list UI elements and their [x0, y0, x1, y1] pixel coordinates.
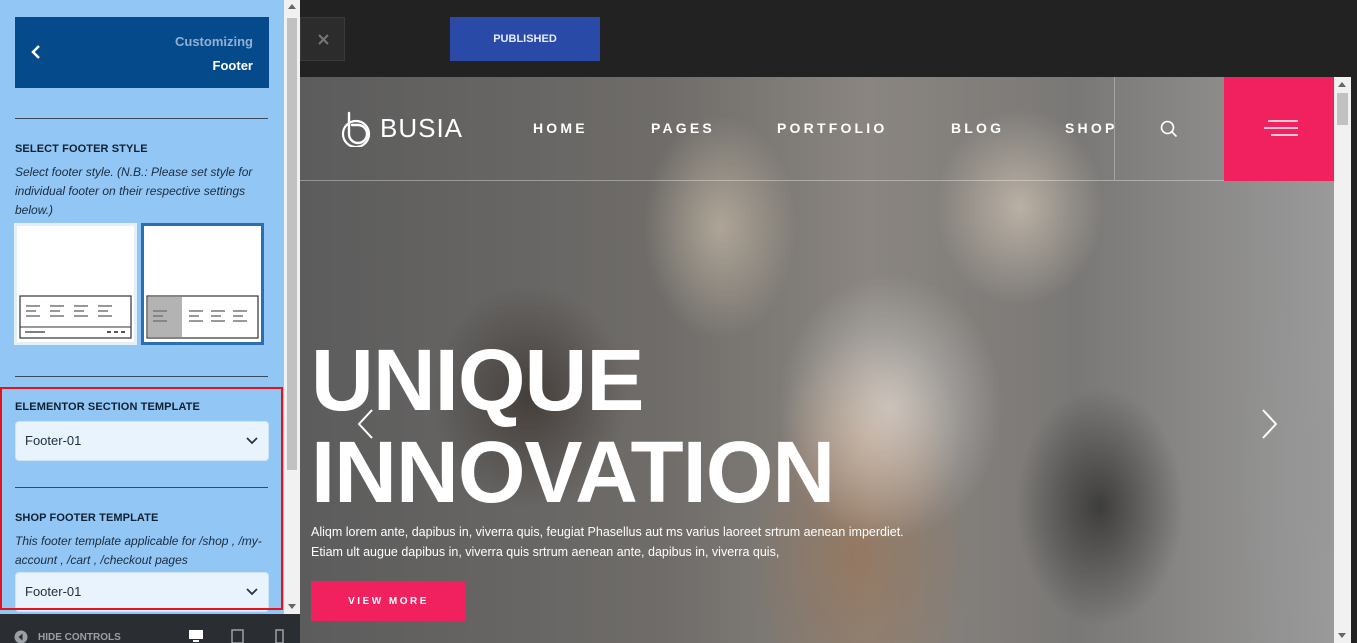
shop-template-select[interactable]: Footer-01: [15, 572, 269, 612]
close-button[interactable]: [300, 17, 345, 61]
section-header: Customizing Footer: [15, 17, 269, 88]
hide-controls-label: HIDE CONTROLS: [38, 631, 121, 643]
sidebar-scrollbar[interactable]: [284, 0, 300, 614]
shop-template-title: SHOP FOOTER TEMPLATE: [15, 512, 159, 524]
slider-prev-icon[interactable]: [355, 407, 377, 441]
scroll-up-icon[interactable]: [288, 4, 296, 9]
site-preview: BUSIA HOME PAGES PORTFOLIO BLOG SHOP UNI…: [300, 77, 1334, 643]
logo-icon: [341, 111, 371, 147]
elementor-template-value: Footer-01: [25, 433, 82, 448]
collapse-icon: [14, 630, 28, 643]
footer-style-2-preview-icon: [146, 295, 259, 339]
desktop-preview-icon[interactable]: [188, 629, 204, 643]
customizer-sidebar: Customizing Footer SELECT FOOTER STYLE S…: [0, 0, 300, 643]
footer-style-1-preview-icon: [19, 295, 132, 339]
nav-home[interactable]: HOME: [533, 120, 588, 136]
hero-title-line-1: UNIQUE: [311, 332, 644, 429]
hero-description-line-2: Etiam ult augue dapibus in, viverra quis…: [311, 545, 780, 559]
menu-button[interactable]: [1224, 77, 1334, 181]
nav-pages[interactable]: PAGES: [651, 120, 715, 136]
footer-style-option-2[interactable]: [141, 223, 264, 345]
nav-portfolio[interactable]: PORTFOLIO: [777, 120, 887, 136]
elementor-template-select[interactable]: Footer-01: [15, 421, 269, 461]
hero-title-line-2: INNOVATION: [311, 424, 835, 521]
scrollbar-thumb[interactable]: [1337, 93, 1348, 125]
sidebar-content: Customizing Footer SELECT FOOTER STYLE S…: [0, 0, 284, 614]
hide-controls-button[interactable]: HIDE CONTROLS: [14, 630, 121, 643]
customizer-footer: HIDE CONTROLS: [0, 614, 300, 643]
hamburger-icon: [1264, 120, 1298, 136]
nav-blog[interactable]: BLOG: [951, 120, 1004, 136]
scroll-up-icon[interactable]: [1338, 82, 1346, 87]
footer-style-description: Select footer style. (N.B.: Please set s…: [15, 165, 253, 217]
footer-style-option-1[interactable]: [14, 223, 137, 345]
preview-scrollbar[interactable]: [1334, 77, 1351, 643]
footer-style-title: SELECT FOOTER STYLE: [15, 143, 148, 155]
hero-title: UNIQUE INNOVATION: [311, 332, 835, 521]
search-icon[interactable]: [1160, 120, 1178, 138]
mobile-preview-icon[interactable]: [272, 629, 288, 643]
scrollbar-thumb[interactable]: [287, 18, 297, 470]
divider: [15, 376, 268, 377]
scroll-down-icon[interactable]: [288, 604, 296, 609]
chevron-down-icon: [246, 437, 258, 445]
site-logo[interactable]: BUSIA: [340, 109, 463, 147]
back-arrow-icon[interactable]: [27, 42, 47, 62]
nav-shop[interactable]: SHOP: [1065, 120, 1117, 136]
shop-template-value: Footer-01: [25, 584, 82, 599]
scroll-down-icon[interactable]: [1338, 633, 1346, 638]
header-crumb: Customizing: [175, 34, 253, 49]
hero-description-line-1: Aliqm lorem ante, dapibus in, viverra qu…: [311, 525, 904, 539]
hero-description: Aliqm lorem ante, dapibus in, viverra qu…: [311, 522, 971, 562]
close-icon: [318, 34, 329, 45]
elementor-template-title: ELEMENTOR SECTION TEMPLATE: [15, 401, 200, 413]
view-more-button[interactable]: VIEW MORE: [311, 581, 466, 621]
shop-template-description: This footer template applicable for /sho…: [15, 534, 262, 567]
slider-next-icon[interactable]: [1258, 407, 1280, 441]
nav-divider: [300, 180, 1224, 181]
publish-button[interactable]: PUBLISHED: [450, 17, 600, 61]
tablet-preview-icon[interactable]: [230, 629, 246, 643]
divider: [15, 118, 268, 119]
logo-text: BUSIA: [380, 112, 464, 143]
header-title: Footer: [212, 58, 253, 73]
divider: [15, 487, 268, 488]
chevron-down-icon: [246, 588, 258, 596]
